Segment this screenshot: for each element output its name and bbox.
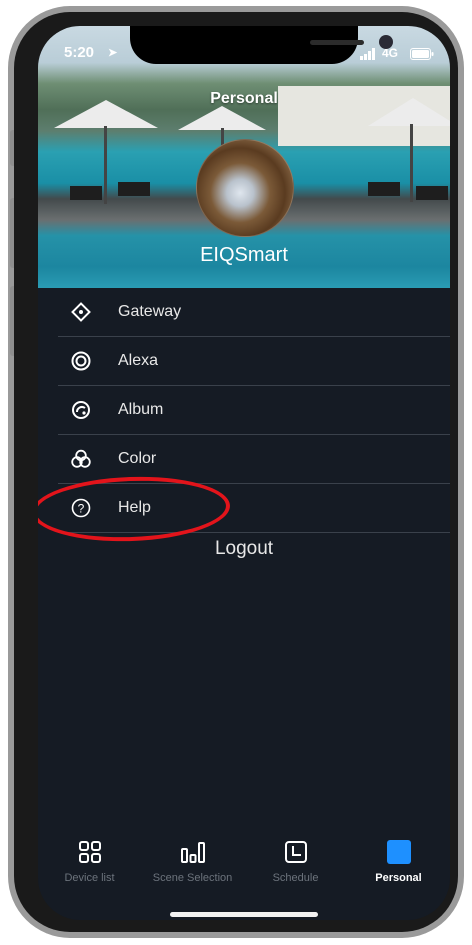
tab-label: Scene Selection	[152, 872, 233, 884]
front-camera	[379, 35, 393, 49]
bottom-tab-bar: Device list Scene Selection Schedule Per…	[38, 838, 450, 890]
username: EIQSmart	[200, 244, 288, 266]
menu-item-color[interactable]: Color	[58, 435, 450, 484]
clock-icon	[284, 838, 308, 866]
tab-scene-selection[interactable]: Scene Selection	[141, 838, 244, 890]
umbrella-pole	[410, 124, 413, 202]
lounge-chair	[118, 182, 150, 196]
tab-schedule[interactable]: Schedule	[244, 838, 347, 890]
gateway-icon	[70, 301, 92, 323]
notch	[130, 26, 393, 64]
logout-button[interactable]: Logout	[38, 538, 450, 560]
album-icon	[70, 399, 92, 421]
tab-personal[interactable]: Personal	[347, 838, 450, 890]
menu-item-label: Gateway	[118, 303, 182, 320]
menu-item-label: Album	[118, 401, 164, 418]
umbrella-pole	[104, 126, 107, 204]
personal-icon	[386, 838, 412, 866]
signal-icon	[360, 47, 376, 64]
status-time: 5:20	[64, 44, 95, 61]
location-icon: ➤	[108, 47, 118, 59]
avatar[interactable]	[196, 139, 294, 237]
tab-label: Device list	[64, 872, 115, 884]
home-indicator	[170, 912, 318, 917]
speaker-grille	[310, 40, 364, 45]
lounge-chair	[416, 186, 448, 200]
app-screen: Personal EIQSmart 5:20 ➤ 4G Gateway Alex…	[38, 26, 450, 920]
tab-label: Schedule	[272, 872, 319, 884]
tab-label: Personal	[375, 872, 422, 884]
menu-item-album[interactable]: Album	[58, 386, 450, 435]
grid-icon	[78, 838, 102, 866]
menu-item-gateway[interactable]: Gateway	[58, 288, 450, 337]
lounge-chair	[70, 186, 102, 200]
umbrella	[178, 106, 266, 130]
tab-device-list[interactable]: Device list	[38, 838, 141, 890]
menu-item-alexa[interactable]: Alexa	[58, 337, 450, 386]
color-icon	[70, 448, 92, 470]
menu-item-label: Alexa	[118, 352, 159, 369]
battery-icon	[410, 47, 434, 64]
lounge-chair	[368, 182, 400, 196]
bars-icon	[180, 838, 206, 866]
alexa-icon	[70, 350, 92, 372]
header-banner: Personal EIQSmart	[38, 26, 450, 288]
page-title: Personal	[210, 90, 278, 107]
menu-item-label: Color	[118, 450, 157, 467]
